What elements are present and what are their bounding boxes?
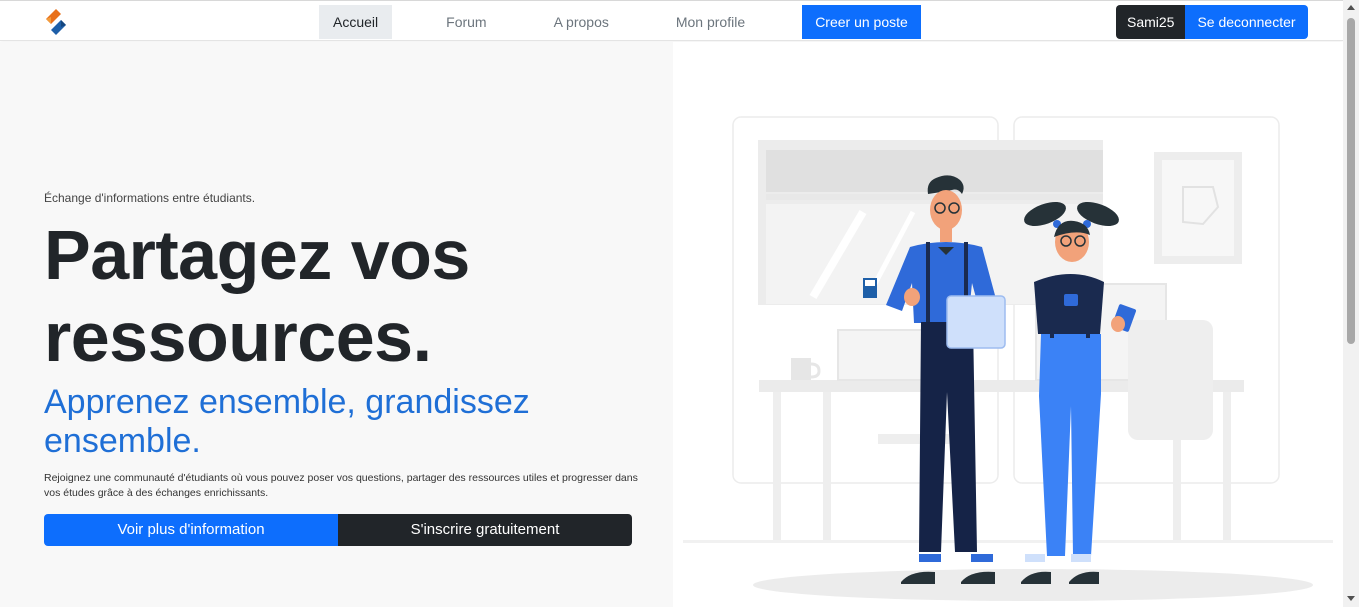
logout-button[interactable]: Se deconnecter: [1185, 5, 1308, 39]
students-illustration: [683, 116, 1333, 601]
hero-button-group: Voir plus d'information S'inscrire gratu…: [44, 514, 632, 546]
signup-button[interactable]: S'inscrire gratuitement: [338, 514, 632, 546]
navbar: Accueil Forum A propos Mon profile Creer…: [0, 0, 1343, 41]
hero-eyebrow: Échange d'informations entre étudiants.: [44, 191, 256, 205]
user-button-group: Sami25 Se deconnecter: [1116, 5, 1308, 39]
brand-logo-icon[interactable]: [42, 7, 70, 37]
hero-description: Rejoignez une communauté d'étudiants où …: [44, 472, 638, 499]
scroll-down-arrow-icon[interactable]: [1347, 596, 1355, 601]
hero-subheadline: Apprenez ensemble, grandissez ensemble.: [44, 383, 530, 460]
nav-link-mon-profile[interactable]: Mon profile: [676, 5, 745, 39]
create-post-button[interactable]: Creer un poste: [802, 5, 921, 39]
nav-link-accueil[interactable]: Accueil: [319, 5, 393, 39]
more-info-button[interactable]: Voir plus d'information: [44, 514, 338, 546]
scroll-up-arrow-icon[interactable]: [1347, 5, 1355, 10]
hero-illustration-panel: [673, 42, 1343, 607]
hero-headline: Partagez vos ressources.: [44, 216, 470, 376]
page-scrollbar[interactable]: [1343, 0, 1359, 607]
user-button[interactable]: Sami25: [1116, 5, 1186, 39]
nav-link-forum[interactable]: Forum: [446, 5, 486, 39]
scrollbar-thumb[interactable]: [1347, 18, 1355, 344]
nav-links: Accueil Forum A propos Mon profile: [319, 5, 745, 39]
nav-link-a-propos[interactable]: A propos: [554, 5, 609, 39]
